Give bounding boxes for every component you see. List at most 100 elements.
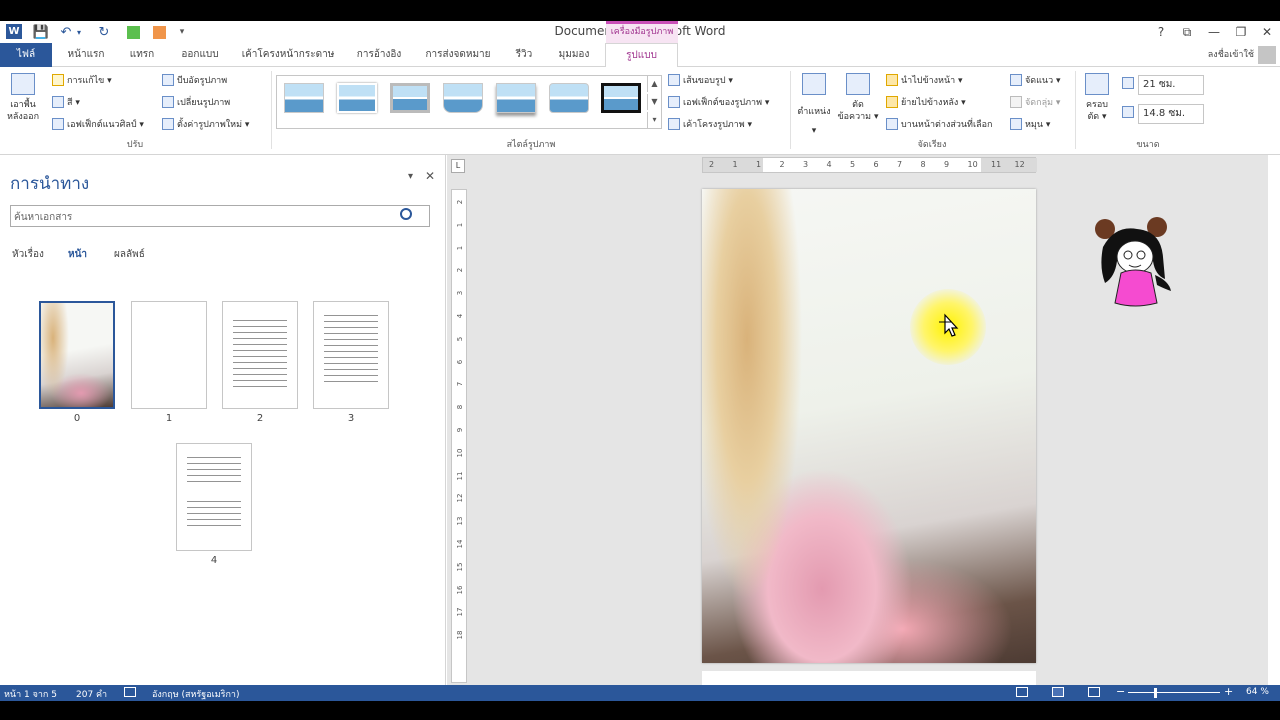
horizontal-ruler[interactable]: 2 1 1 2 3 4 5 6 7 8 9 10 11 12 [702,157,1037,173]
position-button[interactable]: ตำแหน่ง ▾ [796,73,832,137]
group-separator [790,71,791,149]
document-page[interactable] [702,671,1036,685]
web-layout-icon[interactable] [1088,687,1100,697]
page-thumbnail[interactable] [222,301,298,409]
page-thumbnail[interactable] [313,301,389,409]
ruler-tick: 1 [456,222,464,228]
close-icon[interactable]: ✕ [1256,23,1278,41]
doll-photo[interactable] [702,189,1036,663]
tab-format[interactable]: รูปแบบ [605,43,678,68]
zoom-slider-thumb[interactable] [1154,688,1157,698]
picture-border-icon [668,74,680,86]
search-document-input[interactable]: ค้นหาเอกสาร [10,205,430,227]
undo-dropdown-icon[interactable]: ▾ [74,23,84,41]
zoom-out-button[interactable]: − [1116,685,1125,698]
zoom-in-button[interactable]: + [1224,685,1233,698]
height-input[interactable]: 21 ซม. [1138,75,1204,95]
tab-headings[interactable]: หัวเรื่อง [12,247,44,262]
language-status[interactable]: อังกฤษ (สหรัฐอเมริกา) [152,687,240,701]
align-button[interactable]: จัดแนว ▾ [1010,73,1061,87]
page-thumbnail[interactable] [176,443,252,551]
tab-home[interactable]: หน้าแรก [60,43,112,67]
tab-view[interactable]: มุมมอง [550,43,598,67]
picture-style-4[interactable] [443,83,483,113]
width-input[interactable]: 14.8 ซม. [1138,104,1204,124]
tab-layout[interactable]: เค้าโครงหน้ากระดาษ [238,43,338,67]
avatar[interactable] [1258,46,1276,64]
rotate-button[interactable]: หมุน ▾ [1010,117,1050,131]
gallery-down-icon[interactable]: ▼ [647,94,661,110]
document-page[interactable] [702,189,1036,663]
reset-picture-button[interactable]: ตั้งค่ารูปภาพใหม่ ▾ [162,117,249,131]
picture-style-6[interactable] [549,83,589,113]
sign-in-link[interactable]: ลงชื่อเข้าใช้ [1208,43,1254,67]
tab-mailings[interactable]: การส่งจดหมาย [420,43,496,67]
picture-layout-button[interactable]: เค้าโครงรูปภาพ ▾ [668,117,752,131]
nav-menu-icon[interactable]: ▾ [408,171,413,182]
help-icon[interactable]: ? [1150,23,1172,41]
picture-border-button[interactable]: เส้นขอบรูป ▾ [668,73,733,87]
gallery-up-icon[interactable]: ▲ [647,76,661,92]
read-mode-icon[interactable] [1016,687,1028,697]
zoom-slider[interactable] [1128,692,1220,693]
tab-selector[interactable]: L [451,159,465,173]
undo-icon[interactable]: ↶ [58,23,74,41]
search-icon[interactable] [400,208,412,220]
corrections-button[interactable]: การแก้ไข ▾ [52,73,112,87]
group-icon [1010,96,1022,108]
tab-design[interactable]: ออกแบบ [174,43,226,67]
bring-forward-button[interactable]: นำไปข้างหน้า ▾ [886,73,963,87]
redo-icon[interactable]: ↻ [96,23,112,41]
minimize-icon[interactable]: — [1203,23,1225,41]
proofing-icon[interactable] [124,687,136,697]
ruler-tick: 1 [456,245,464,250]
group-button[interactable]: จัดกลุ่ม ▾ [1010,95,1060,109]
vertical-ruler[interactable]: 2 1 1 2 3 4 5 6 7 8 9 10 11 12 13 14 15 16 17 18 [451,189,467,683]
word-count-status[interactable]: 207 คำ [76,687,107,701]
tab-pages[interactable]: หน้า [68,247,87,262]
tab-review[interactable]: รีวิว [508,43,540,67]
picture-layout-label: เค้าโครงรูปภาพ ▾ [683,120,753,130]
restore-icon[interactable]: ❐ [1230,23,1252,41]
picture-effects-button[interactable]: เอฟเฟ็กต์ของรูปภาพ ▾ [668,95,769,109]
thumbnail-text [233,317,287,392]
wrap-text-label: ตัดข้อความ ▾ [837,100,879,122]
zoom-level[interactable]: 64 % [1246,687,1269,697]
compress-pictures-button[interactable]: บีบอัดรูปภาพ [162,73,227,87]
tab-results[interactable]: ผลลัพธ์ [114,247,145,262]
ruler-tick: 1 [732,160,738,169]
crop-label: ครอบตัด ▾ [1086,100,1108,122]
save-icon[interactable]: 💾 [32,23,50,41]
ribbon-display-icon[interactable]: ⧉ [1176,23,1198,41]
crop-button[interactable]: ครอบตัด ▾ [1082,73,1112,123]
picture-style-5[interactable] [496,83,536,113]
crop-icon [1085,73,1109,95]
print-layout-icon[interactable] [1052,687,1064,697]
ruler-tick: 17 [456,607,464,617]
artistic-effects-button[interactable]: เอฟเฟ็กต์แนวศิลป์ ▾ [52,117,144,131]
gallery-more-icon[interactable]: ▾ [647,112,661,128]
picture-style-3[interactable] [390,83,430,113]
page-thumbnail[interactable] [39,301,115,409]
picture-style-1[interactable] [284,83,324,113]
green-square-icon[interactable] [126,25,140,39]
tab-file[interactable]: ไฟล์ [0,43,52,67]
change-picture-button[interactable]: เปลี่ยนรูปภาพ [162,95,230,109]
picture-style-7[interactable] [601,83,641,113]
word-logo-icon[interactable]: W [6,24,22,39]
page-count-status[interactable]: หน้า 1 จาก 5 [4,687,57,701]
send-backward-button[interactable]: ย้ายไปข้างหลัง ▾ [886,95,966,109]
nav-close-icon[interactable]: ✕ [425,169,435,183]
wrap-text-button[interactable]: ตัดข้อความ ▾ [836,73,880,123]
tab-references[interactable]: การอ้างอิง [350,43,408,67]
page-thumbnail[interactable] [131,301,207,409]
page-number: 1 [165,413,173,424]
picture-style-2[interactable] [337,83,377,113]
selection-pane-button[interactable]: บานหน้าต่างส่วนที่เลือก [886,117,992,131]
align-icon [1010,74,1022,86]
remove-background-button[interactable]: เอาพื้นหลังออก [4,73,42,129]
orange-square-icon[interactable] [152,25,166,39]
tab-insert[interactable]: แทรก [120,43,164,67]
color-button[interactable]: สี ▾ [52,95,80,109]
customize-qat-icon[interactable]: ▾ [176,23,188,41]
